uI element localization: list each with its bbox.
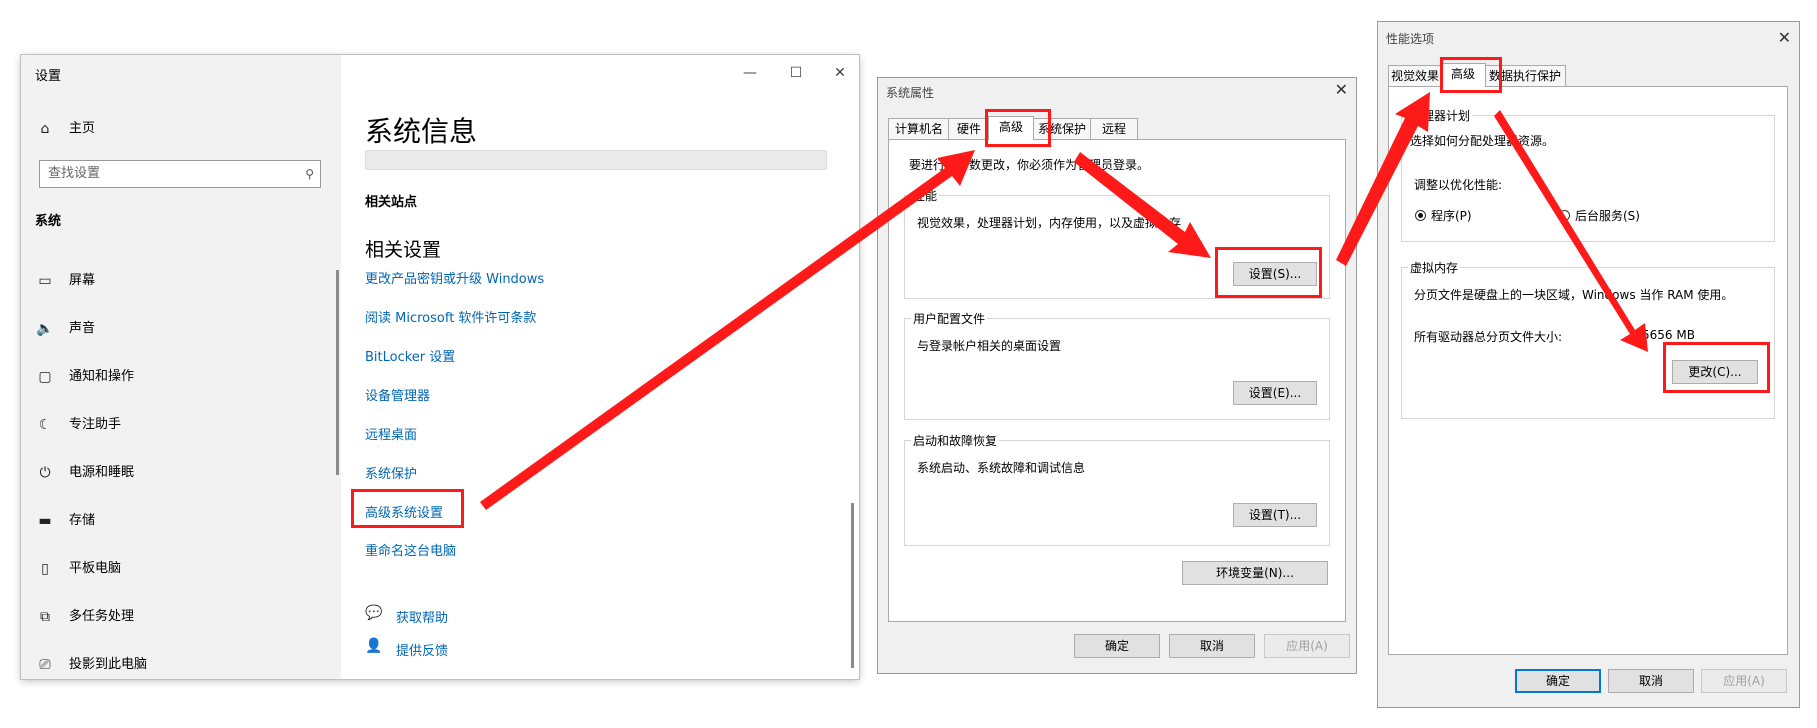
radio-programs[interactable] xyxy=(1415,210,1426,221)
dialog-title: 性能选项 xyxy=(1386,32,1435,46)
speaker-icon: 🔈 xyxy=(36,321,54,337)
cpu-scheduling-label: 处理器计划 xyxy=(1408,107,1473,124)
search-icon: ⚲ xyxy=(305,167,314,181)
close-button[interactable]: ✕ xyxy=(817,61,863,85)
performance-label: 性能 xyxy=(911,187,940,204)
highlight-change-button xyxy=(1663,342,1770,393)
close-icon[interactable]: ✕ xyxy=(1778,28,1791,47)
cpu-scheduling-desc: 选择如何分配处理器资源。 xyxy=(1410,134,1555,148)
scrollbar-right[interactable] xyxy=(851,503,854,668)
related-settings-heading: 相关设置 xyxy=(365,239,442,261)
user-profile-label: 用户配置文件 xyxy=(911,310,988,327)
storage-icon: ▬ xyxy=(38,513,52,529)
link-license[interactable]: 阅读 Microsoft 软件许可条款 xyxy=(365,307,536,326)
maximize-button[interactable]: ☐ xyxy=(773,61,819,85)
radio-background-services[interactable] xyxy=(1559,210,1570,221)
power-icon: ⏻ xyxy=(39,465,51,481)
radio-programs-label: 程序(P) xyxy=(1431,209,1472,223)
scrollbar-left[interactable] xyxy=(336,270,339,475)
paging-total-label: 所有驱动器总分页文件大小: xyxy=(1414,330,1563,344)
user-profile-settings-button[interactable]: 设置(E)... xyxy=(1233,381,1317,405)
minimize-button[interactable]: — xyxy=(727,61,773,85)
startup-recovery-group: 启动和故障恢复 系统启动、系统故障和调试信息 设置(T)... xyxy=(904,432,1330,546)
multitask-icon: ⧉ xyxy=(40,609,50,625)
settings-sidebar: 设置 ⌂ 主页 查找设置 ⚲ 系统 ▭ 屏幕 🔈 声音 ▢ 通知和操作 ☾ 专注… xyxy=(21,55,341,679)
ok-button[interactable]: 确定 xyxy=(1074,634,1160,658)
settings-window: 设置 ⌂ 主页 查找设置 ⚲ 系统 ▭ 屏幕 🔈 声音 ▢ 通知和操作 ☾ 专注… xyxy=(21,55,859,679)
tab-hardware[interactable]: 硬件 xyxy=(948,118,990,139)
highlight-advanced-settings xyxy=(351,489,464,528)
ok-button[interactable]: 确定 xyxy=(1515,669,1601,693)
tab-remote[interactable]: 远程 xyxy=(1090,118,1138,139)
link-product-key[interactable]: 更改产品密钥或升级 Windows xyxy=(365,268,544,287)
close-icon[interactable]: ✕ xyxy=(1335,80,1348,99)
search-input[interactable]: 查找设置 ⚲ xyxy=(39,160,321,188)
paging-total-value: 5656 MB xyxy=(1642,328,1695,342)
highlight-advanced-tab xyxy=(1440,57,1502,93)
content-strip xyxy=(365,150,827,170)
nav-home-label: 主页 xyxy=(69,121,96,136)
help-icon: 💬 xyxy=(365,605,383,621)
link-device-manager[interactable]: 设备管理器 xyxy=(365,385,430,404)
search-placeholder: 查找设置 xyxy=(48,166,101,181)
cpu-scheduling-group: 处理器计划 选择如何分配处理器资源。 调整以优化性能: 程序(P) 后台服务(S… xyxy=(1401,107,1775,242)
related-sites-heading: 相关站点 xyxy=(365,195,418,210)
virtual-memory-label: 虚拟内存 xyxy=(1408,259,1461,276)
admin-note: 要进行大多数更改，你必须作为管理员登录。 xyxy=(909,158,1150,172)
startup-settings-button[interactable]: 设置(T)... xyxy=(1233,503,1317,527)
tablet-icon: ▯ xyxy=(41,561,49,577)
system-properties-dialog: 系统属性 ✕ 计算机名 硬件 高级 系统保护 远程 要进行大多数更改，你必须作为… xyxy=(877,77,1357,674)
link-remote-desktop[interactable]: 远程桌面 xyxy=(365,424,417,443)
highlight-advanced-tab xyxy=(985,109,1051,147)
link-system-protection[interactable]: 系统保护 xyxy=(365,463,417,482)
project-icon: ⎚ xyxy=(39,657,51,673)
monitor-icon: ▭ xyxy=(38,273,52,289)
startup-recovery-label: 启动和故障恢复 xyxy=(911,432,1000,449)
user-profile-group: 用户配置文件 与登录帐户相关的桌面设置 设置(E)... xyxy=(904,310,1330,420)
link-get-help[interactable]: 获取帮助 xyxy=(396,607,448,626)
tab-computer-name[interactable]: 计算机名 xyxy=(888,118,950,139)
startup-recovery-desc: 系统启动、系统故障和调试信息 xyxy=(917,461,1086,475)
apply-button[interactable]: 应用(A) xyxy=(1264,634,1350,658)
radio-services-label: 后台服务(S) xyxy=(1575,209,1640,223)
user-profile-desc: 与登录帐户相关的桌面设置 xyxy=(917,339,1062,353)
cancel-button[interactable]: 取消 xyxy=(1169,634,1255,658)
link-feedback[interactable]: 提供反馈 xyxy=(396,640,448,659)
performance-desc: 视觉效果，处理器计划，内存使用，以及虚拟内存 xyxy=(917,216,1182,230)
feedback-icon: 👤 xyxy=(365,638,383,654)
moon-icon: ☾ xyxy=(38,417,52,433)
advanced-panel: 要进行大多数更改，你必须作为管理员登录。 性能 视觉效果，处理器计划，内存使用，… xyxy=(888,139,1346,622)
window-title: 设置 xyxy=(35,69,62,84)
virtual-memory-desc: 分页文件是硬盘上的一块区域，Windows 当作 RAM 使用。 xyxy=(1414,288,1734,302)
link-rename-pc[interactable]: 重命名这台电脑 xyxy=(365,540,456,559)
notification-icon: ▢ xyxy=(38,369,52,385)
home-icon: ⌂ xyxy=(40,121,50,137)
page-title: 系统信息 xyxy=(365,115,478,148)
link-bitlocker[interactable]: BitLocker 设置 xyxy=(365,346,455,365)
environment-variables-button[interactable]: 环境变量(N)... xyxy=(1182,561,1328,585)
highlight-performance-settings xyxy=(1215,247,1322,298)
adjust-label: 调整以优化性能: xyxy=(1414,178,1503,192)
tab-visual-effects[interactable]: 视觉效果 xyxy=(1388,65,1442,86)
apply-button[interactable]: 应用(A) xyxy=(1701,669,1787,693)
cancel-button[interactable]: 取消 xyxy=(1608,669,1694,693)
dialog-title: 系统属性 xyxy=(886,86,935,100)
